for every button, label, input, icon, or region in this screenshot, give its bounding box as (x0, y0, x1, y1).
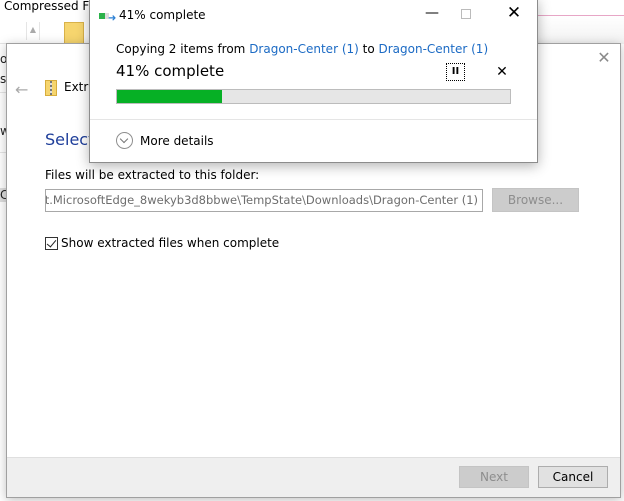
progress-bar-fill (117, 90, 222, 103)
explorer-ribbon-right (537, 16, 624, 44)
cancel-button[interactable]: Cancel (538, 466, 608, 488)
zip-folder-icon (64, 22, 84, 44)
minimize-button[interactable]: — (422, 5, 442, 23)
source-folder-link[interactable]: Dragon-Center (1) (249, 42, 359, 56)
destination-path-input[interactable]: osoft.MicrosoftEdge_8wekyb3d8bbwe\TempSt… (45, 189, 483, 212)
copying-to-word: to (358, 42, 379, 56)
back-arrow-icon[interactable]: ← (15, 80, 28, 99)
zip-folder-icon (45, 80, 57, 96)
show-files-checkbox[interactable] (45, 236, 58, 250)
scroll-up-icon[interactable]: ▲ (26, 22, 40, 40)
progress-close-button[interactable]: ✕ (504, 3, 524, 23)
copy-progress-dialog: ➜ 41% complete — ✕ Copying 2 items from … (89, 0, 538, 163)
chevron-down-circle-icon (116, 132, 133, 149)
show-files-option[interactable]: Show extracted files when complete (45, 236, 279, 250)
wizard-footer: Next Cancel (7, 457, 620, 497)
maximize-button[interactable] (461, 9, 471, 19)
browse-button[interactable]: Browse... (492, 188, 579, 212)
progress-divider (90, 119, 537, 120)
destination-folder-link[interactable]: Dragon-Center (1) (379, 42, 489, 56)
pause-button[interactable]: II (446, 63, 465, 81)
wizard-heading: Select (45, 130, 95, 149)
copying-status: Copying 2 items from Dragon-Center (1) t… (116, 42, 488, 56)
progress-dialog-title: 41% complete (119, 8, 206, 22)
show-files-label: Show extracted files when complete (61, 236, 280, 250)
progress-bar (116, 89, 511, 104)
destination-path-text: osoft.MicrosoftEdge_8wekyb3d8bbwe\TempSt… (45, 193, 478, 207)
files-destination-label: Files will be extracted to this folder: (45, 168, 260, 182)
next-button[interactable]: Next (459, 466, 529, 488)
cancel-copy-button[interactable]: ✕ (494, 63, 510, 81)
percent-complete-label: 41% complete (116, 62, 225, 80)
more-details-label: More details (140, 133, 214, 148)
copying-prefix: Copying 2 items from (116, 42, 250, 56)
more-details-toggle[interactable]: More details (116, 132, 214, 149)
wizard-close-button[interactable]: ✕ (596, 50, 612, 66)
copy-progress-icon: ➜ (99, 11, 116, 24)
